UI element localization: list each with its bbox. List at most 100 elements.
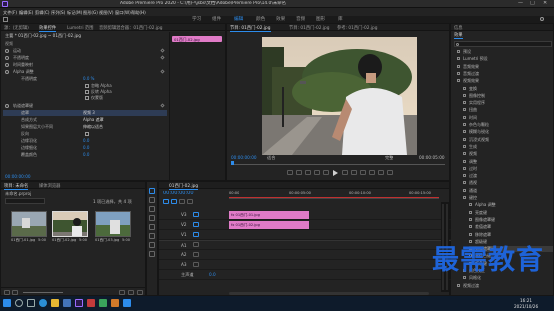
effects-tree-item[interactable]: 模糊与锐化 — [463, 129, 553, 135]
menu-file[interactable]: 文件(F) — [3, 10, 17, 15]
effect-controls-timecode[interactable]: 00:00:00:00 — [5, 174, 31, 179]
playhead-ruler[interactable] — [231, 161, 445, 165]
track-select-tool-icon[interactable] — [149, 197, 155, 203]
step-forward-icon[interactable] — [342, 170, 348, 175]
keyframe-icon[interactable] — [160, 69, 165, 74]
mark-out-icon[interactable] — [305, 170, 311, 175]
app-icon[interactable] — [111, 299, 119, 307]
effects-tree-item[interactable]: 扭曲 — [463, 107, 553, 113]
section-motion[interactable]: 运动 — [13, 48, 21, 54]
effects-tree-item[interactable]: 实用程序 — [463, 100, 553, 106]
effects-tree-item[interactable]: Lumetri 预设 — [457, 56, 553, 62]
effects-tree-item[interactable]: 透视 — [463, 180, 553, 186]
param-value[interactable]: 0.0 — [83, 152, 89, 157]
tab-media-browser[interactable]: 媒体浏览器 — [39, 183, 60, 189]
effects-search-input[interactable] — [454, 41, 552, 47]
razor-tool-icon[interactable] — [149, 215, 155, 221]
app-icon[interactable] — [99, 299, 107, 307]
effects-tree-item[interactable]: 音频过渡 — [457, 71, 553, 77]
project-search-input[interactable] — [5, 198, 45, 204]
app-icon[interactable] — [123, 299, 131, 307]
playhead-marker[interactable] — [231, 161, 234, 165]
delete-icon[interactable] — [137, 290, 143, 295]
go-to-in-icon[interactable] — [314, 170, 320, 175]
menu-sequence[interactable]: 序列(S) — [51, 10, 65, 15]
effects-tree-item[interactable]: 音频效果 — [457, 64, 553, 70]
app-icon[interactable] — [87, 299, 95, 307]
tab-lumetri-scopes[interactable]: Lumetri 范围 — [67, 25, 93, 31]
menu-help[interactable]: 帮助(H) — [131, 10, 146, 15]
extract-icon[interactable] — [369, 170, 375, 175]
effects-tree-item[interactable]: 视频 — [463, 151, 553, 157]
start-icon[interactable] — [3, 299, 11, 307]
workspace-color[interactable]: 颜色 — [256, 16, 265, 22]
mark-in-icon[interactable] — [296, 170, 302, 175]
effects-tree-item[interactable]: 预设 — [457, 49, 553, 55]
close-button[interactable]: ✕ — [543, 1, 547, 6]
checkbox[interactable] — [85, 90, 89, 94]
param-value[interactable]: 0.0 — [83, 145, 89, 150]
minimize-button[interactable]: — — [518, 1, 523, 6]
maximize-button[interactable]: □ — [530, 1, 535, 6]
tab-reference[interactable]: 参考: 01西门-02.jpg — [337, 25, 378, 31]
project-thumb-selected[interactable] — [52, 211, 88, 237]
effects-tree-item[interactable]: 变换 — [463, 86, 553, 92]
eye-icon[interactable] — [193, 212, 199, 217]
linked-selection-icon[interactable] — [171, 199, 177, 204]
toggle-icon[interactable] — [5, 56, 9, 60]
keyframe-icon[interactable] — [160, 48, 165, 53]
add-marker-icon[interactable] — [179, 199, 185, 204]
effects-tree-item[interactable]: 移除遮罩 — [469, 232, 553, 238]
matte-dropdown[interactable]: 视频 3 — [83, 110, 95, 116]
section-opacity[interactable]: 不透明度 — [13, 55, 29, 61]
effects-tree-item[interactable]: 键控 — [463, 195, 553, 201]
list-view-icon[interactable] — [4, 290, 10, 295]
section-time-remap[interactable]: 时间重映射 — [13, 62, 33, 68]
effects-tree-item[interactable]: 图像遮罩键 — [469, 217, 553, 223]
effects-tree-item[interactable]: 图像控制 — [463, 93, 553, 99]
timeline-settings-icon[interactable] — [187, 199, 193, 204]
menu-window[interactable]: 窗口(W) — [115, 10, 131, 15]
effect-controls-header[interactable]: 主要 * 01西门-02.jpg ~ 01西门-02.jpg — [5, 33, 155, 38]
checkbox[interactable] — [85, 96, 89, 100]
section-alpha-adjust[interactable]: Alpha 调整 — [13, 69, 34, 75]
premiere-taskbar-icon[interactable] — [75, 299, 83, 307]
mute-icon[interactable] — [193, 262, 199, 267]
effects-tree-item[interactable]: 视频过渡 — [457, 283, 553, 289]
effects-tree-item[interactable]: 亮度键 — [469, 210, 553, 216]
keyframe-icon[interactable] — [160, 55, 165, 60]
effects-tree-item[interactable]: 差值遮罩 — [469, 224, 553, 230]
effects-tree-item[interactable]: 时间 — [463, 115, 553, 121]
layer-size-dropdown[interactable]: 伸缩以适合 — [83, 124, 103, 130]
eye-icon[interactable] — [193, 222, 199, 227]
effects-tree-item[interactable]: 杂色与颗粒 — [463, 122, 553, 128]
hand-tool-icon[interactable] — [149, 242, 155, 248]
workspace-learn[interactable]: 学习 — [192, 16, 201, 22]
checkbox[interactable] — [85, 84, 89, 88]
menu-graphics[interactable]: 图形(G) — [83, 10, 98, 15]
menu-edit[interactable]: 编辑(E) — [19, 10, 33, 15]
mute-icon[interactable] — [193, 252, 199, 257]
effects-tree-item[interactable]: Alpha 调整 — [469, 202, 553, 208]
fit-dropdown[interactable]: 适合 — [267, 155, 275, 160]
store-icon[interactable] — [63, 299, 71, 307]
workspace-audio[interactable]: 音频 — [296, 16, 305, 22]
go-to-out-icon[interactable] — [351, 170, 357, 175]
ripple-edit-tool-icon[interactable] — [149, 206, 155, 212]
add-button-icon[interactable] — [387, 170, 393, 175]
icon-view-icon[interactable] — [12, 290, 18, 295]
pen-tool-icon[interactable] — [149, 233, 155, 239]
tab-sequence[interactable]: 01西门-02.jpg — [169, 183, 199, 190]
tab-program-2[interactable]: 节目: 01西门-02.jpg — [289, 25, 330, 31]
composite-dropdown[interactable]: Alpha 遮罩 — [83, 117, 104, 123]
timeline-ruler[interactable]: 00:00 00:00:05:00 00:00:10:00 00:00:15:0… — [229, 191, 439, 199]
search-icon[interactable] — [540, 17, 544, 21]
effects-tree-item[interactable]: 过渡 — [463, 173, 553, 179]
menu-view[interactable]: 视图(V) — [99, 10, 114, 15]
eye-icon[interactable] — [193, 232, 199, 237]
snap-icon[interactable] — [163, 199, 169, 204]
type-tool-icon[interactable] — [149, 251, 155, 257]
slip-tool-icon[interactable] — [149, 224, 155, 230]
tab-source[interactable]: 源：(无剪辑) — [4, 25, 29, 31]
project-thumb[interactable] — [95, 211, 131, 237]
